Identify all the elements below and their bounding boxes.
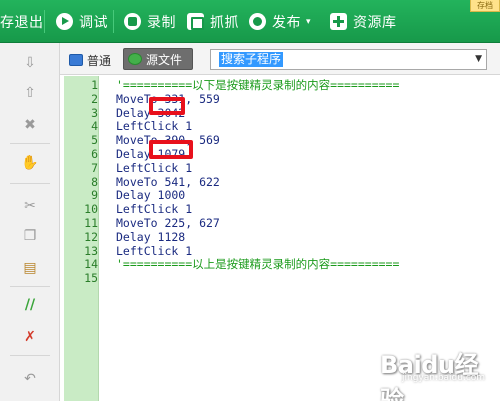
highlight-box-delay-2 — [149, 140, 193, 159]
line-number: 8 — [91, 174, 98, 189]
left-toolbar: ⇩ ⇧ ✖ ✋ ✂ ❐ ▤ // ✗ ↶ — [0, 43, 60, 401]
line-number: 1 — [91, 78, 98, 92]
debug-button[interactable]: 调试 — [56, 0, 108, 43]
arrow-up-icon[interactable]: ⇧ — [20, 83, 40, 103]
subroutine-search-dropdown[interactable]: 搜索子程序 ▼ — [210, 49, 487, 70]
grab-button[interactable]: 抓抓 — [187, 0, 239, 43]
toolbar-divider — [10, 183, 50, 184]
source-view-icon — [128, 53, 142, 65]
copy-icon[interactable]: ❐ — [20, 226, 40, 246]
tab-source-file[interactable]: 源文件 — [123, 48, 193, 70]
highlight-box-delay-1 — [149, 97, 185, 115]
code-text: LeftClick 1 — [116, 119, 193, 134]
code-line[interactable]: 14 '==========以上是按键精灵录制的内容========== — [60, 258, 500, 272]
debug-label: 调试 — [79, 14, 108, 31]
publish-button[interactable]: 发布 ▾ — [249, 0, 311, 43]
code-line[interactable]: 3 Delay 3042 — [60, 105, 500, 121]
code-line[interactable]: 15 — [60, 271, 500, 286]
publish-label: 发布 — [272, 14, 301, 31]
line-number: 4 — [91, 119, 98, 134]
toolbar-divider — [10, 143, 50, 144]
record-icon — [124, 13, 141, 30]
save-exit-label: 存退出 — [0, 14, 44, 31]
resource-label: 资源库 — [353, 14, 397, 31]
undo-icon[interactable]: ↶ — [20, 369, 40, 389]
grab-label: 抓抓 — [210, 14, 239, 31]
code-text: LeftClick 1 — [116, 202, 193, 217]
line-number: 2 — [91, 91, 98, 106]
line-number: 13 — [84, 243, 98, 258]
code-line[interactable]: 2 MoveTo 331, 559 — [60, 91, 500, 107]
watermark-url: jingyan.baidu.com — [402, 373, 486, 383]
code-text: MoveTo 225, 627 — [116, 216, 220, 230]
code-text: Delay 1000 — [116, 188, 186, 203]
publish-icon — [249, 13, 266, 30]
code-line[interactable]: 9 Delay 1000 — [60, 189, 500, 203]
comment-text: '==========以上是按键精灵录制的内容========== — [116, 257, 400, 272]
uncomment-icon[interactable]: ✗ — [20, 327, 40, 347]
code-line[interactable]: 7 LeftClick 1 — [60, 160, 500, 176]
main-toolbar: 存退出 调试 录制 抓抓 发布 ▾ 资源库 存档 — [0, 0, 500, 43]
cut-icon[interactable]: ✂ — [20, 196, 40, 216]
tab-normal-label: 普通 — [87, 53, 112, 68]
record-label: 录制 — [147, 14, 176, 31]
code-line[interactable]: 4 LeftClick 1 — [60, 120, 500, 134]
code-line[interactable]: 1 '==========以下是按键精灵录制的内容========== — [60, 78, 500, 93]
paste-icon[interactable]: ▤ — [20, 258, 40, 278]
line-number: 3 — [91, 105, 98, 120]
corner-badge: 存档 — [470, 0, 500, 12]
line-number: 14 — [84, 257, 98, 272]
line-number: 10 — [84, 202, 98, 217]
line-number: 12 — [84, 229, 98, 244]
grab-icon — [187, 13, 204, 30]
play-icon — [56, 13, 73, 30]
tab-source-label: 源文件 — [146, 52, 183, 67]
toolbar-divider — [113, 10, 114, 33]
comment-icon[interactable]: // — [20, 295, 40, 315]
watermark: Baidu经验 jingyan.baidu.com — [380, 345, 498, 401]
code-line[interactable]: 6 Delay 1079 — [60, 147, 500, 162]
code-line[interactable]: 12 Delay 1128 — [60, 229, 500, 245]
code-text: MoveTo 541, 622 — [116, 174, 220, 189]
plus-icon — [330, 13, 347, 30]
code-line[interactable]: 11 MoveTo 225, 627 — [60, 216, 500, 231]
toolbar-divider — [10, 286, 50, 287]
line-number: 6 — [91, 147, 98, 161]
line-number: 11 — [84, 216, 98, 230]
line-number: 5 — [91, 133, 98, 148]
line-number: 9 — [91, 188, 98, 203]
code-line[interactable]: 5 MoveTo 390, 569 — [60, 133, 500, 148]
delete-icon[interactable]: ✖ — [20, 115, 40, 135]
code-text: LeftClick 1 — [116, 243, 193, 258]
dropdown-selected-value: 搜索子程序 — [219, 52, 284, 67]
line-number: 7 — [91, 160, 98, 175]
arrow-down-icon[interactable]: ⇩ — [20, 53, 40, 73]
code-line[interactable]: 8 MoveTo 541, 622 — [60, 174, 500, 190]
record-button[interactable]: 录制 — [124, 0, 176, 43]
code-text: LeftClick 1 — [116, 160, 193, 175]
code-line[interactable]: 13 LeftClick 1 — [60, 243, 500, 259]
toolbar-divider — [10, 355, 50, 356]
code-line[interactable]: 10 LeftClick 1 — [60, 202, 500, 217]
toolbar-divider — [44, 10, 45, 33]
line-number: 15 — [84, 271, 98, 286]
chevron-down-icon[interactable]: ▼ — [475, 54, 482, 64]
normal-view-icon — [69, 54, 83, 66]
view-toolbar: 普通 源文件 搜索子程序 ▼ — [60, 43, 500, 75]
resource-library-button[interactable]: 资源库 — [330, 0, 397, 43]
hand-icon[interactable]: ✋ — [20, 153, 40, 173]
comment-text: '==========以下是按键精灵录制的内容========== — [116, 78, 400, 92]
tab-normal[interactable]: 普通 — [65, 50, 115, 70]
chevron-down-icon[interactable]: ▾ — [306, 17, 311, 27]
code-text: Delay 1128 — [116, 229, 186, 244]
save-exit-button[interactable]: 存退出 — [0, 0, 44, 43]
